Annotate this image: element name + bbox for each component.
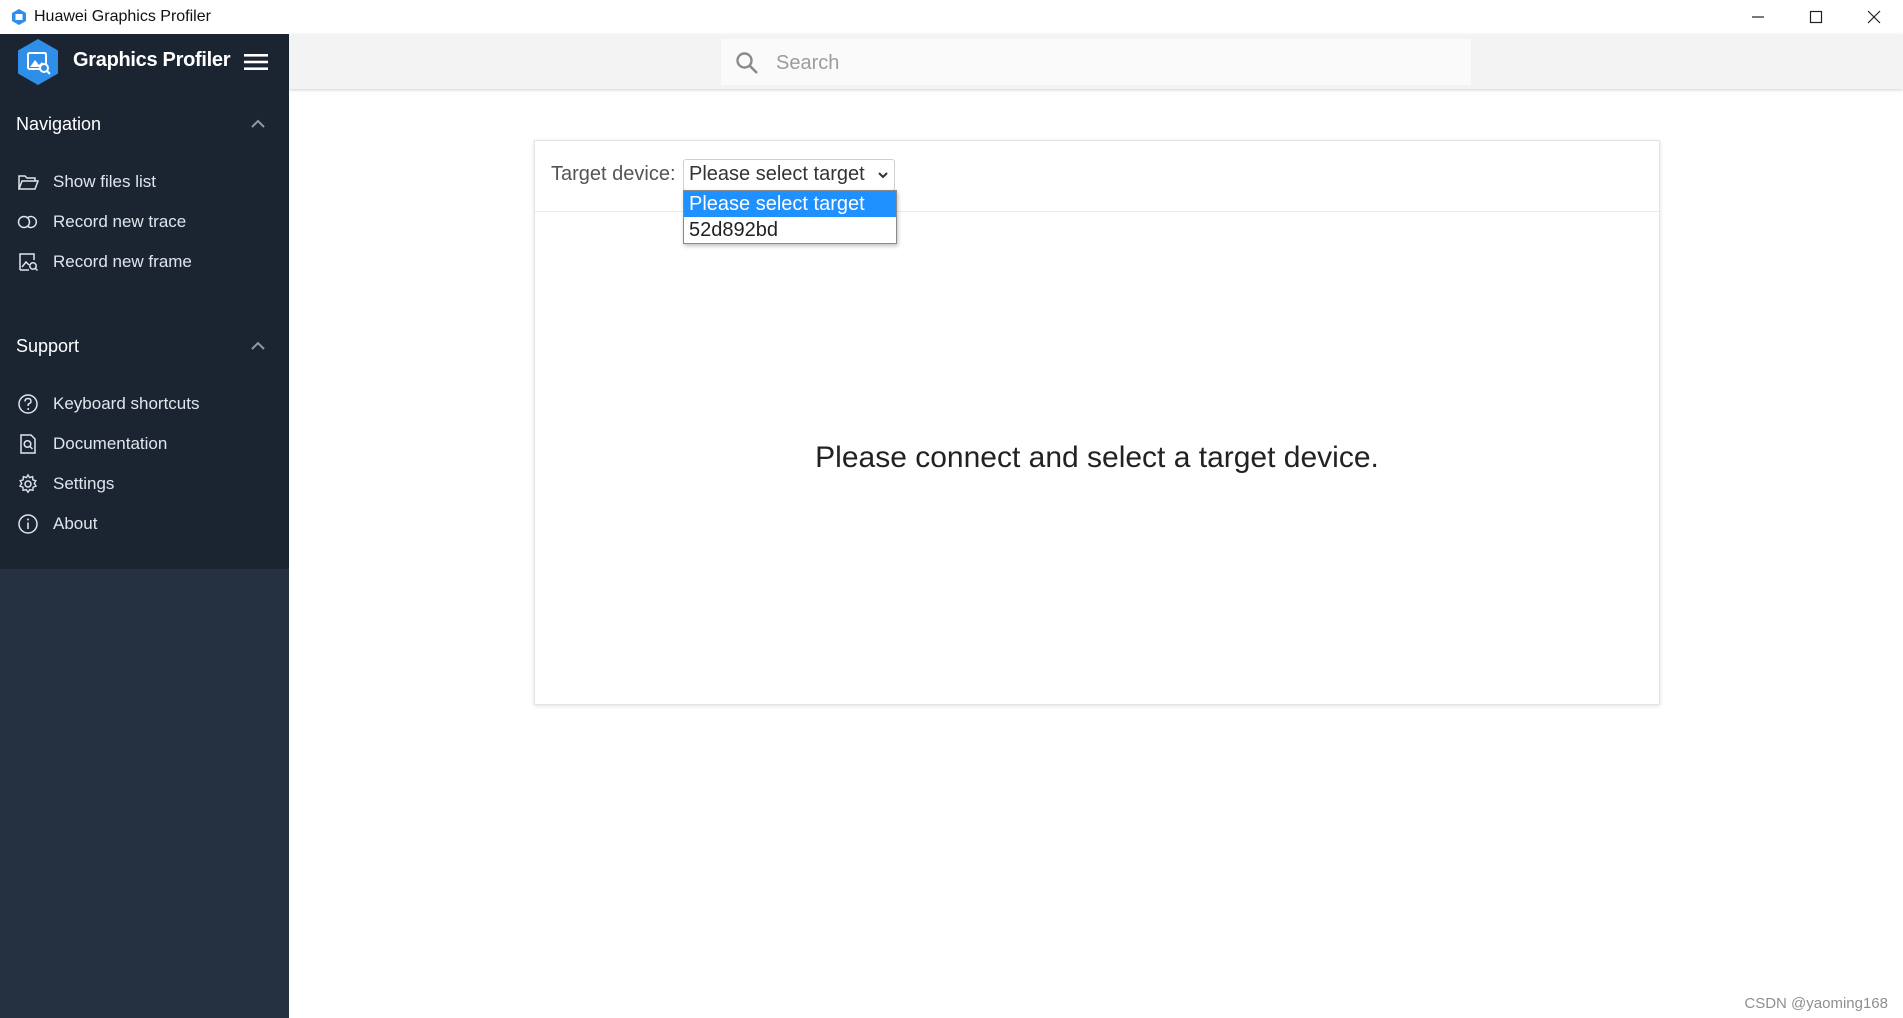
graphics-profiler-logo-icon	[18, 39, 58, 85]
sidebar-item-keyboard-shortcuts[interactable]: Keyboard shortcuts	[0, 383, 289, 423]
target-device-label: Target device:	[551, 163, 676, 185]
question-circle-icon	[18, 394, 38, 414]
card-header: Target device: Please select target Plea…	[535, 141, 1659, 244]
close-icon	[1867, 10, 1881, 24]
sidebar-item-label: Show files list	[53, 172, 156, 191]
chevron-up-icon	[251, 341, 265, 350]
section-header-navigation[interactable]: Navigation	[0, 105, 289, 145]
chevron-up-icon	[251, 119, 265, 128]
chevron-down-icon	[878, 172, 888, 179]
close-button[interactable]	[1845, 0, 1903, 34]
section-title: Navigation	[16, 114, 102, 134]
window-title: Huawei Graphics Profiler	[34, 8, 211, 25]
sidebar-nav-panel: Navigation Show files list Record new tr…	[0, 89, 289, 569]
sidebar-item-documentation[interactable]: Documentation	[0, 423, 289, 463]
search-placeholder: Search	[776, 52, 840, 74]
sidebar-item-settings[interactable]: Settings	[0, 463, 289, 503]
sidebar-item-show-files-list[interactable]: Show files list	[0, 161, 289, 201]
maximize-icon	[1809, 10, 1823, 24]
target-device-card: Target device: Please select target Plea…	[534, 140, 1660, 705]
info-circle-icon	[18, 514, 38, 534]
record-frame-icon	[19, 253, 39, 272]
target-device-dropdown: Please select target 52d892bd	[683, 190, 897, 244]
hamburger-menu-icon[interactable]	[243, 50, 269, 74]
target-device-selected-value: Please select target	[689, 163, 865, 185]
gear-icon	[18, 473, 38, 494]
minimize-button[interactable]	[1729, 0, 1787, 34]
sidebar-item-about[interactable]: About	[0, 503, 289, 543]
sidebar-header: Graphics Profiler	[0, 34, 289, 89]
sidebar-item-label: Record new frame	[53, 252, 192, 271]
sidebar-item-label: Keyboard shortcuts	[53, 394, 200, 413]
sidebar-item-label: Settings	[53, 474, 115, 493]
sidebar: Graphics Profiler Navigation Show files …	[0, 34, 289, 1018]
title-bar: Huawei Graphics Profiler	[0, 0, 1903, 34]
connect-device-message: Please connect and select a target devic…	[815, 441, 1379, 474]
folder-open-icon	[17, 175, 39, 190]
app-brand: Graphics Profiler	[73, 49, 231, 71]
sidebar-item-label: Record new trace	[53, 212, 187, 231]
section-header-support[interactable]: Support	[0, 327, 289, 367]
sidebar-item-record-new-frame[interactable]: Record new frame	[0, 241, 289, 281]
target-device-select[interactable]: Please select target	[683, 159, 895, 191]
sidebar-item-label: About	[53, 514, 98, 533]
minimize-icon	[1752, 16, 1764, 18]
record-trace-icon	[17, 215, 38, 229]
dropdown-option-device[interactable]: 52d892bd	[684, 217, 896, 243]
search-input[interactable]: Search	[721, 39, 1471, 85]
section-title: Support	[16, 336, 80, 356]
maximize-button[interactable]	[1787, 0, 1845, 34]
document-search-icon	[20, 434, 36, 454]
watermark: CSDN @yaoming168	[1744, 995, 1888, 1012]
sidebar-item-label: Documentation	[53, 434, 168, 453]
app-icon	[12, 9, 26, 25]
sidebar-item-record-new-trace[interactable]: Record new trace	[0, 201, 289, 241]
search-icon	[736, 52, 758, 74]
top-header: Search	[289, 34, 1903, 89]
dropdown-option-please-select-target[interactable]: Please select target	[684, 191, 896, 217]
